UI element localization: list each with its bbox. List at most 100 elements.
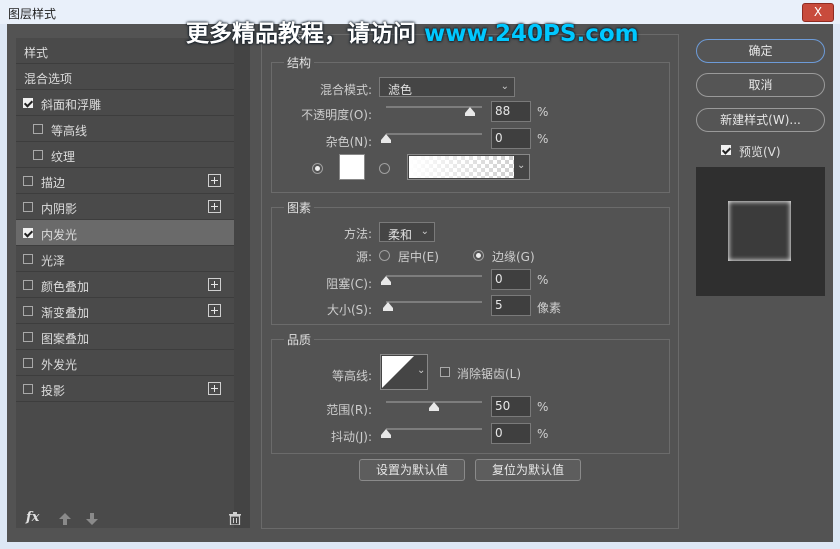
size-slider[interactable] xyxy=(382,301,482,311)
style-list-item[interactable]: 混合选项 xyxy=(16,64,234,90)
blend-mode-select[interactable]: 滤色 ⌄ xyxy=(379,77,515,97)
style-checkbox[interactable] xyxy=(33,150,43,160)
method-label: 方法: xyxy=(343,227,372,241)
style-list-label: 斜面和浮雕 xyxy=(41,98,102,112)
style-list-label: 光泽 xyxy=(41,254,66,268)
antialias-checkbox[interactable] xyxy=(440,367,450,377)
style-list-label: 图案叠加 xyxy=(41,332,90,346)
choke-input[interactable]: 0 xyxy=(491,269,531,290)
opacity-input[interactable]: 88 xyxy=(491,101,531,122)
style-list-toolbar: fx xyxy=(16,510,250,530)
ok-button[interactable]: 确定 xyxy=(696,39,825,63)
choke-slider[interactable] xyxy=(381,275,482,285)
style-list-scrollbar[interactable] xyxy=(234,38,250,528)
style-checkbox[interactable] xyxy=(23,176,33,186)
move-up-icon[interactable] xyxy=(59,513,71,525)
style-preview xyxy=(696,167,825,296)
style-list-item[interactable]: 光泽 xyxy=(16,246,234,272)
jitter-slider[interactable] xyxy=(381,428,482,438)
style-list-item[interactable]: 内阴影 xyxy=(16,194,234,220)
style-list-item[interactable]: 渐变叠加 xyxy=(16,298,234,324)
solid-color-radio[interactable] xyxy=(312,163,323,174)
source-edge-label[interactable]: 边缘(G) xyxy=(492,248,535,265)
style-list-label: 内阴影 xyxy=(41,202,78,216)
style-checkbox[interactable] xyxy=(23,254,33,264)
structure-title: 结构 xyxy=(284,54,315,71)
style-checkbox[interactable] xyxy=(23,202,33,212)
style-list-item[interactable]: 等高线 xyxy=(16,116,234,142)
source-center-radio[interactable] xyxy=(379,250,390,261)
structure-group: 结构 混合模式: 滤色 ⌄ 不透明度(O): 88 % 杂色(N): 0 % ⌄ xyxy=(271,54,670,193)
add-effect-icon[interactable] xyxy=(208,200,221,213)
style-list-item[interactable]: 纹理 xyxy=(16,142,234,168)
add-effect-icon[interactable] xyxy=(208,278,221,291)
style-checkbox[interactable] xyxy=(33,124,43,134)
gradient-picker[interactable]: ⌄ xyxy=(407,154,530,180)
size-unit: 像素 xyxy=(537,301,562,315)
style-checkbox[interactable] xyxy=(23,98,33,108)
cancel-button[interactable]: 取消 xyxy=(696,73,825,97)
style-list-item[interactable]: 内发光 xyxy=(16,220,234,246)
method-select[interactable]: 柔和 ⌄ xyxy=(379,222,435,242)
range-input[interactable]: 50 xyxy=(491,396,531,417)
style-checkbox[interactable] xyxy=(23,358,33,368)
add-effect-icon[interactable] xyxy=(208,304,221,317)
noise-slider-knob[interactable] xyxy=(381,134,391,143)
chevron-down-icon: ⌄ xyxy=(417,365,426,376)
chevron-down-icon: ⌄ xyxy=(500,81,509,92)
style-list-label: 颜色叠加 xyxy=(41,280,90,294)
blend-mode-value: 滤色 xyxy=(388,83,413,97)
reset-default-button[interactable]: 复位为默认值 xyxy=(475,459,581,481)
chevron-down-icon: ⌄ xyxy=(420,226,429,237)
preview-label[interactable]: 预览(V) xyxy=(739,143,781,160)
close-button[interactable]: X xyxy=(802,3,834,22)
source-edge-radio[interactable] xyxy=(473,250,484,261)
style-list-item[interactable]: 颜色叠加 xyxy=(16,272,234,298)
style-list-item[interactable]: 图案叠加 xyxy=(16,324,234,350)
new-style-button[interactable]: 新建样式(W)... xyxy=(696,108,825,132)
source-label: 源: xyxy=(355,250,372,264)
style-checkbox[interactable] xyxy=(23,280,33,290)
trash-icon[interactable] xyxy=(229,512,241,525)
choke-slider-knob[interactable] xyxy=(381,276,391,285)
style-list-label: 纹理 xyxy=(51,150,76,164)
noise-unit: % xyxy=(537,132,549,146)
style-list-item[interactable]: 描边 xyxy=(16,168,234,194)
method-value: 柔和 xyxy=(388,228,413,242)
watermark: 更多精品教程，请访问 www.240PS.com xyxy=(186,14,639,48)
contour-picker[interactable]: ⌄ xyxy=(380,354,428,390)
noise-input[interactable]: 0 xyxy=(491,128,531,149)
fx-icon[interactable]: fx xyxy=(26,510,39,525)
noise-slider[interactable] xyxy=(381,133,482,143)
style-list-label: 渐变叠加 xyxy=(41,306,90,320)
style-checkbox[interactable] xyxy=(23,332,33,342)
set-default-button[interactable]: 设置为默认值 xyxy=(359,459,465,481)
style-list-item[interactable]: 斜面和浮雕 xyxy=(16,90,234,116)
glow-color-swatch[interactable] xyxy=(339,154,365,180)
quality-title: 品质 xyxy=(284,331,315,348)
style-list-item[interactable]: 投影 xyxy=(16,376,234,402)
size-slider-knob[interactable] xyxy=(382,302,393,311)
size-input[interactable]: 5 xyxy=(491,295,531,316)
elements-group: 图素 方法: 柔和 ⌄ 源: 居中(E) 边缘(G) 阻塞(C): 0 % 大小… xyxy=(271,199,670,325)
opacity-slider-knob[interactable] xyxy=(465,107,476,116)
range-slider-knob[interactable] xyxy=(429,402,439,411)
antialias-label[interactable]: 消除锯齿(L) xyxy=(457,365,521,382)
range-label: 范围(R): xyxy=(326,403,372,417)
range-slider[interactable] xyxy=(386,401,482,411)
add-effect-icon[interactable] xyxy=(208,174,221,187)
style-list-item[interactable]: 外发光 xyxy=(16,350,234,376)
move-down-icon[interactable] xyxy=(86,513,98,525)
jitter-label: 抖动(J): xyxy=(331,430,372,444)
style-checkbox[interactable] xyxy=(23,384,33,394)
jitter-input[interactable]: 0 xyxy=(491,423,531,444)
style-checkbox[interactable] xyxy=(23,306,33,316)
window-title: 图层样式 xyxy=(8,7,57,21)
source-center-label[interactable]: 居中(E) xyxy=(398,248,439,265)
add-effect-icon[interactable] xyxy=(208,382,221,395)
jitter-slider-knob[interactable] xyxy=(381,429,391,438)
style-checkbox[interactable] xyxy=(23,228,33,238)
gradient-radio[interactable] xyxy=(379,163,390,174)
preview-checkbox[interactable] xyxy=(721,145,731,155)
opacity-slider[interactable] xyxy=(386,106,482,116)
